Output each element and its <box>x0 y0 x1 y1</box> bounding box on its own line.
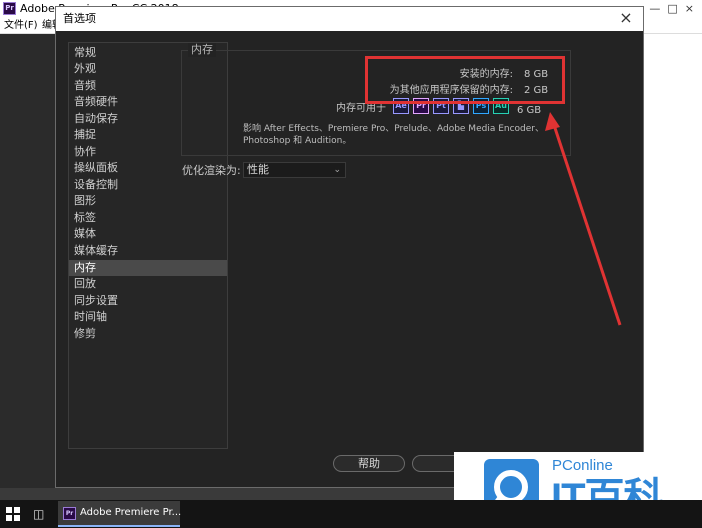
premiere-logo-icon: Pr <box>3 2 16 15</box>
available-memory-value: 6 GB <box>517 105 542 116</box>
optimize-render-label: 优化渲染为: <box>182 164 241 177</box>
impact-description: 影响 After Effects、Premiere Pro、Prelude、Ad… <box>243 124 544 146</box>
sidebar-item-labels[interactable]: 标签 <box>69 210 227 226</box>
sidebar-item-device-control[interactable]: 设备控制 <box>69 177 227 193</box>
watermark-pconline: PConline <box>552 457 613 474</box>
taskbar-premiere-icon: Pr <box>63 507 76 520</box>
taskbar-premiere-label: Adobe Premiere Pr... <box>80 507 182 518</box>
sidebar-item-graphics[interactable]: 图形 <box>69 193 227 209</box>
dialog-title: 首选项 <box>63 12 96 25</box>
sidebar-item-playback[interactable]: 回放 <box>69 276 227 292</box>
dialog-titlebar: 首选项 × <box>56 7 643 31</box>
close-icon[interactable]: × <box>617 9 635 27</box>
help-button[interactable]: 帮助 <box>333 455 405 472</box>
sidebar-item-media-cache[interactable]: 媒体缓存 <box>69 243 227 259</box>
optimize-render-value: 性能 <box>247 163 269 176</box>
chevron-down-icon: ⌄ <box>333 165 341 175</box>
memory-group-label: 内存 <box>188 43 216 57</box>
windows-start-icon[interactable] <box>6 507 20 521</box>
sidebar-item-memory[interactable]: 内存 <box>69 260 227 276</box>
menu-file[interactable]: 文件(F) <box>4 20 38 32</box>
sidebar-item-media[interactable]: 媒体 <box>69 226 227 242</box>
available-memory-label: 内存可用于 <box>336 103 386 114</box>
sidebar-item-timeline[interactable]: 时间轴 <box>69 309 227 325</box>
sidebar-item-sync-settings[interactable]: 同步设置 <box>69 293 227 309</box>
optimize-render-select[interactable]: 性能 ⌄ <box>243 162 346 178</box>
app-window-controls[interactable]: — □ × <box>649 2 694 15</box>
app-workspace-edge <box>644 34 702 454</box>
sidebar-item-trim[interactable]: 修剪 <box>69 326 227 342</box>
task-view-icon[interactable]: ◫ <box>33 507 47 521</box>
annotation-highlight-box <box>365 56 565 104</box>
